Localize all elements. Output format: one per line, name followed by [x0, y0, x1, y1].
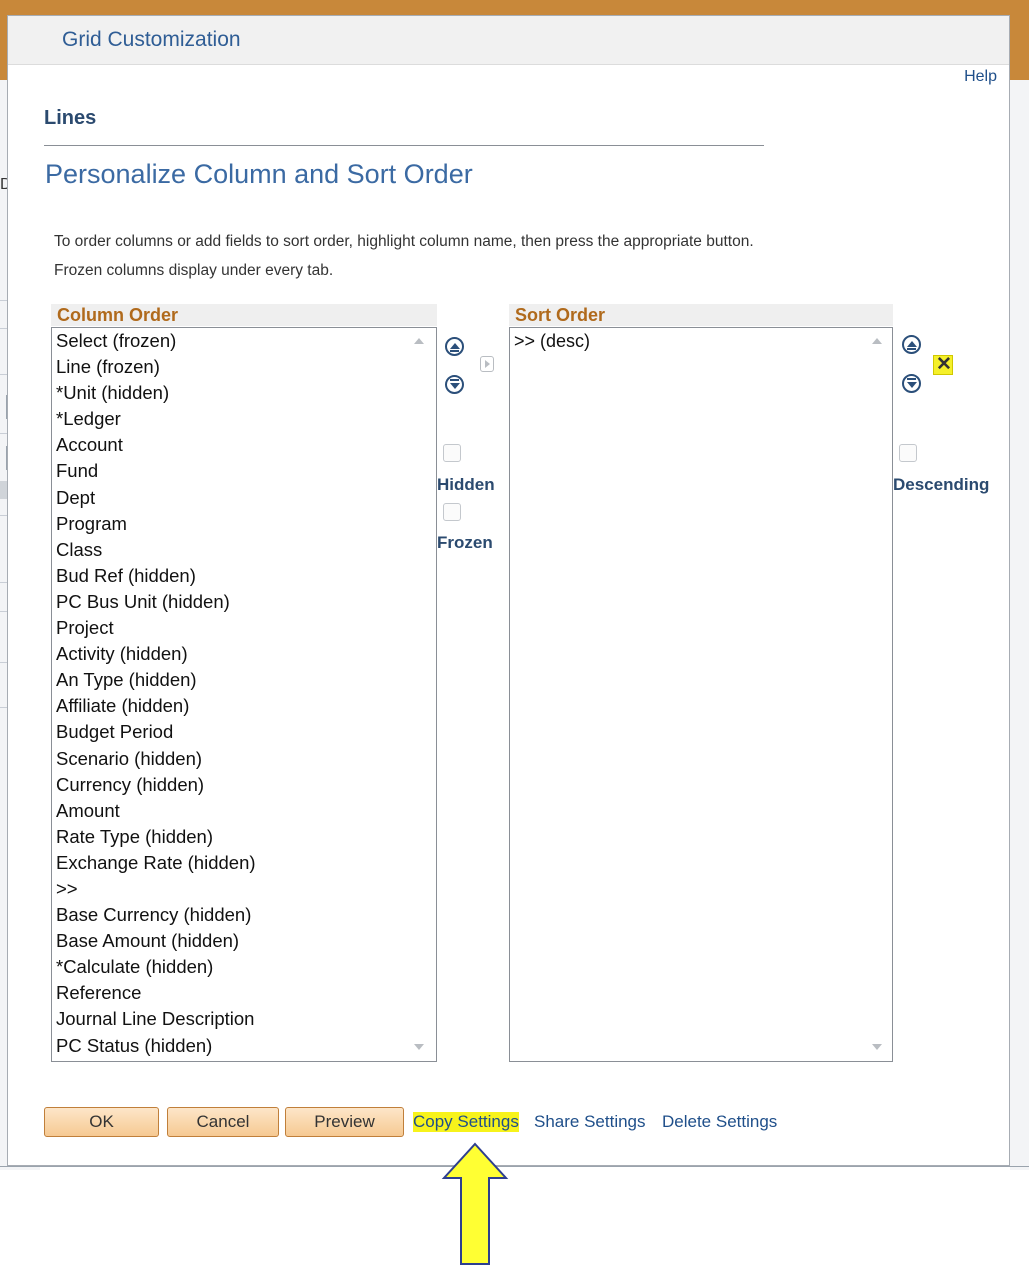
- help-link[interactable]: Help: [964, 68, 997, 86]
- scroll-up-icon[interactable]: [872, 338, 882, 344]
- circle-up-icon: [907, 341, 917, 347]
- descending-checkbox[interactable]: [899, 444, 917, 462]
- share-settings-link[interactable]: Share Settings: [534, 1112, 646, 1132]
- list-item[interactable]: Bud Ref (hidden): [52, 563, 436, 589]
- preview-button[interactable]: Preview: [285, 1107, 404, 1137]
- hidden-checkbox[interactable]: [443, 444, 461, 462]
- circle-up-icon: [450, 343, 460, 349]
- background-page-right: [1010, 80, 1029, 1170]
- background-bottom-border: [0, 1166, 1029, 1167]
- scroll-down-icon[interactable]: [872, 1044, 882, 1050]
- list-item[interactable]: PC Status (hidden): [52, 1033, 436, 1059]
- scroll-up-icon[interactable]: [414, 338, 424, 344]
- dialog-title: Grid Customization: [62, 28, 241, 51]
- list-item[interactable]: Program: [52, 511, 436, 537]
- sort-order-listbox[interactable]: >> (desc): [509, 327, 893, 1062]
- remove-from-sort-button[interactable]: ✕: [933, 354, 953, 375]
- icon-bar: [907, 348, 916, 350]
- dialog-header: Grid Customization: [8, 16, 1009, 65]
- circle-down-icon: [907, 382, 917, 388]
- list-item[interactable]: Scenario (hidden): [52, 746, 436, 772]
- add-to-sort-button[interactable]: [480, 356, 494, 372]
- instruction-line: Frozen columns display under every tab.: [54, 262, 334, 279]
- list-item[interactable]: Activity (hidden): [52, 641, 436, 667]
- section-title: Lines: [44, 107, 97, 129]
- list-item[interactable]: Exchange Rate (hidden): [52, 850, 436, 876]
- list-item[interactable]: Select (frozen): [52, 328, 436, 354]
- frozen-checkbox[interactable]: [443, 503, 461, 521]
- list-item[interactable]: Budget Period: [52, 719, 436, 745]
- list-item[interactable]: *Ledger: [52, 406, 436, 432]
- list-item[interactable]: *Calculate (hidden): [52, 954, 436, 980]
- list-item[interactable]: >> (desc): [510, 328, 892, 354]
- icon-bar: [450, 350, 459, 352]
- list-item[interactable]: Journal Line Description: [52, 1006, 436, 1032]
- ok-button[interactable]: OK: [44, 1107, 159, 1137]
- list-item[interactable]: *Unit (hidden): [52, 380, 436, 406]
- column-order-header: Column Order: [51, 304, 437, 326]
- arrow-shape: [441, 1142, 509, 1265]
- arrow-right-icon: [485, 360, 490, 368]
- list-item[interactable]: Amount: [52, 798, 436, 824]
- list-item[interactable]: Base Amount (hidden): [52, 928, 436, 954]
- icon-bar: [450, 379, 459, 381]
- column-order-listbox[interactable]: Select (frozen) Line (frozen) *Unit (hidde…: [51, 327, 437, 1062]
- hidden-label: Hidden: [437, 475, 495, 494]
- move-column-up-button[interactable]: [445, 337, 464, 356]
- x-icon: ✕: [936, 354, 952, 375]
- instructions: To order columns or add fields to sort o…: [54, 227, 754, 285]
- circle-down-icon: [450, 383, 460, 389]
- delete-settings-link[interactable]: Delete Settings: [662, 1112, 777, 1132]
- section-divider: [44, 145, 764, 146]
- list-item[interactable]: Reference: [52, 980, 436, 1006]
- list-item[interactable]: PC Bus Unit (hidden): [52, 589, 436, 615]
- list-item[interactable]: Fund: [52, 458, 436, 484]
- list-item[interactable]: Project: [52, 615, 436, 641]
- instruction-line: To order columns or add fields to sort o…: [54, 233, 754, 250]
- grid-customization-dialog: Grid Customization Help Lines Personaliz…: [7, 15, 1010, 1166]
- list-item[interactable]: An Type (hidden): [52, 667, 436, 693]
- annotation-arrow-icon: [441, 1142, 509, 1265]
- list-item[interactable]: Account: [52, 432, 436, 458]
- list-item[interactable]: Rate Type (hidden): [52, 824, 436, 850]
- move-sort-down-button[interactable]: [902, 374, 921, 393]
- list-item[interactable]: Base Currency (hidden): [52, 902, 436, 928]
- frozen-label: Frozen: [437, 533, 493, 552]
- scroll-down-icon[interactable]: [414, 1044, 424, 1050]
- list-item[interactable]: Line (frozen): [52, 354, 436, 380]
- icon-bar: [907, 378, 916, 380]
- move-column-down-button[interactable]: [445, 375, 464, 394]
- list-item[interactable]: Class: [52, 537, 436, 563]
- list-item[interactable]: Affiliate (hidden): [52, 693, 436, 719]
- descending-label: Descending: [893, 475, 990, 494]
- sort-order-header: Sort Order: [509, 304, 893, 326]
- page-heading: Personalize Column and Sort Order: [45, 159, 473, 189]
- copy-settings-link[interactable]: Copy Settings: [413, 1112, 519, 1132]
- list-item[interactable]: >>: [52, 876, 436, 902]
- list-item[interactable]: Currency (hidden): [52, 772, 436, 798]
- cancel-button[interactable]: Cancel: [167, 1107, 279, 1137]
- list-item[interactable]: Dept: [52, 485, 436, 511]
- move-sort-up-button[interactable]: [902, 335, 921, 354]
